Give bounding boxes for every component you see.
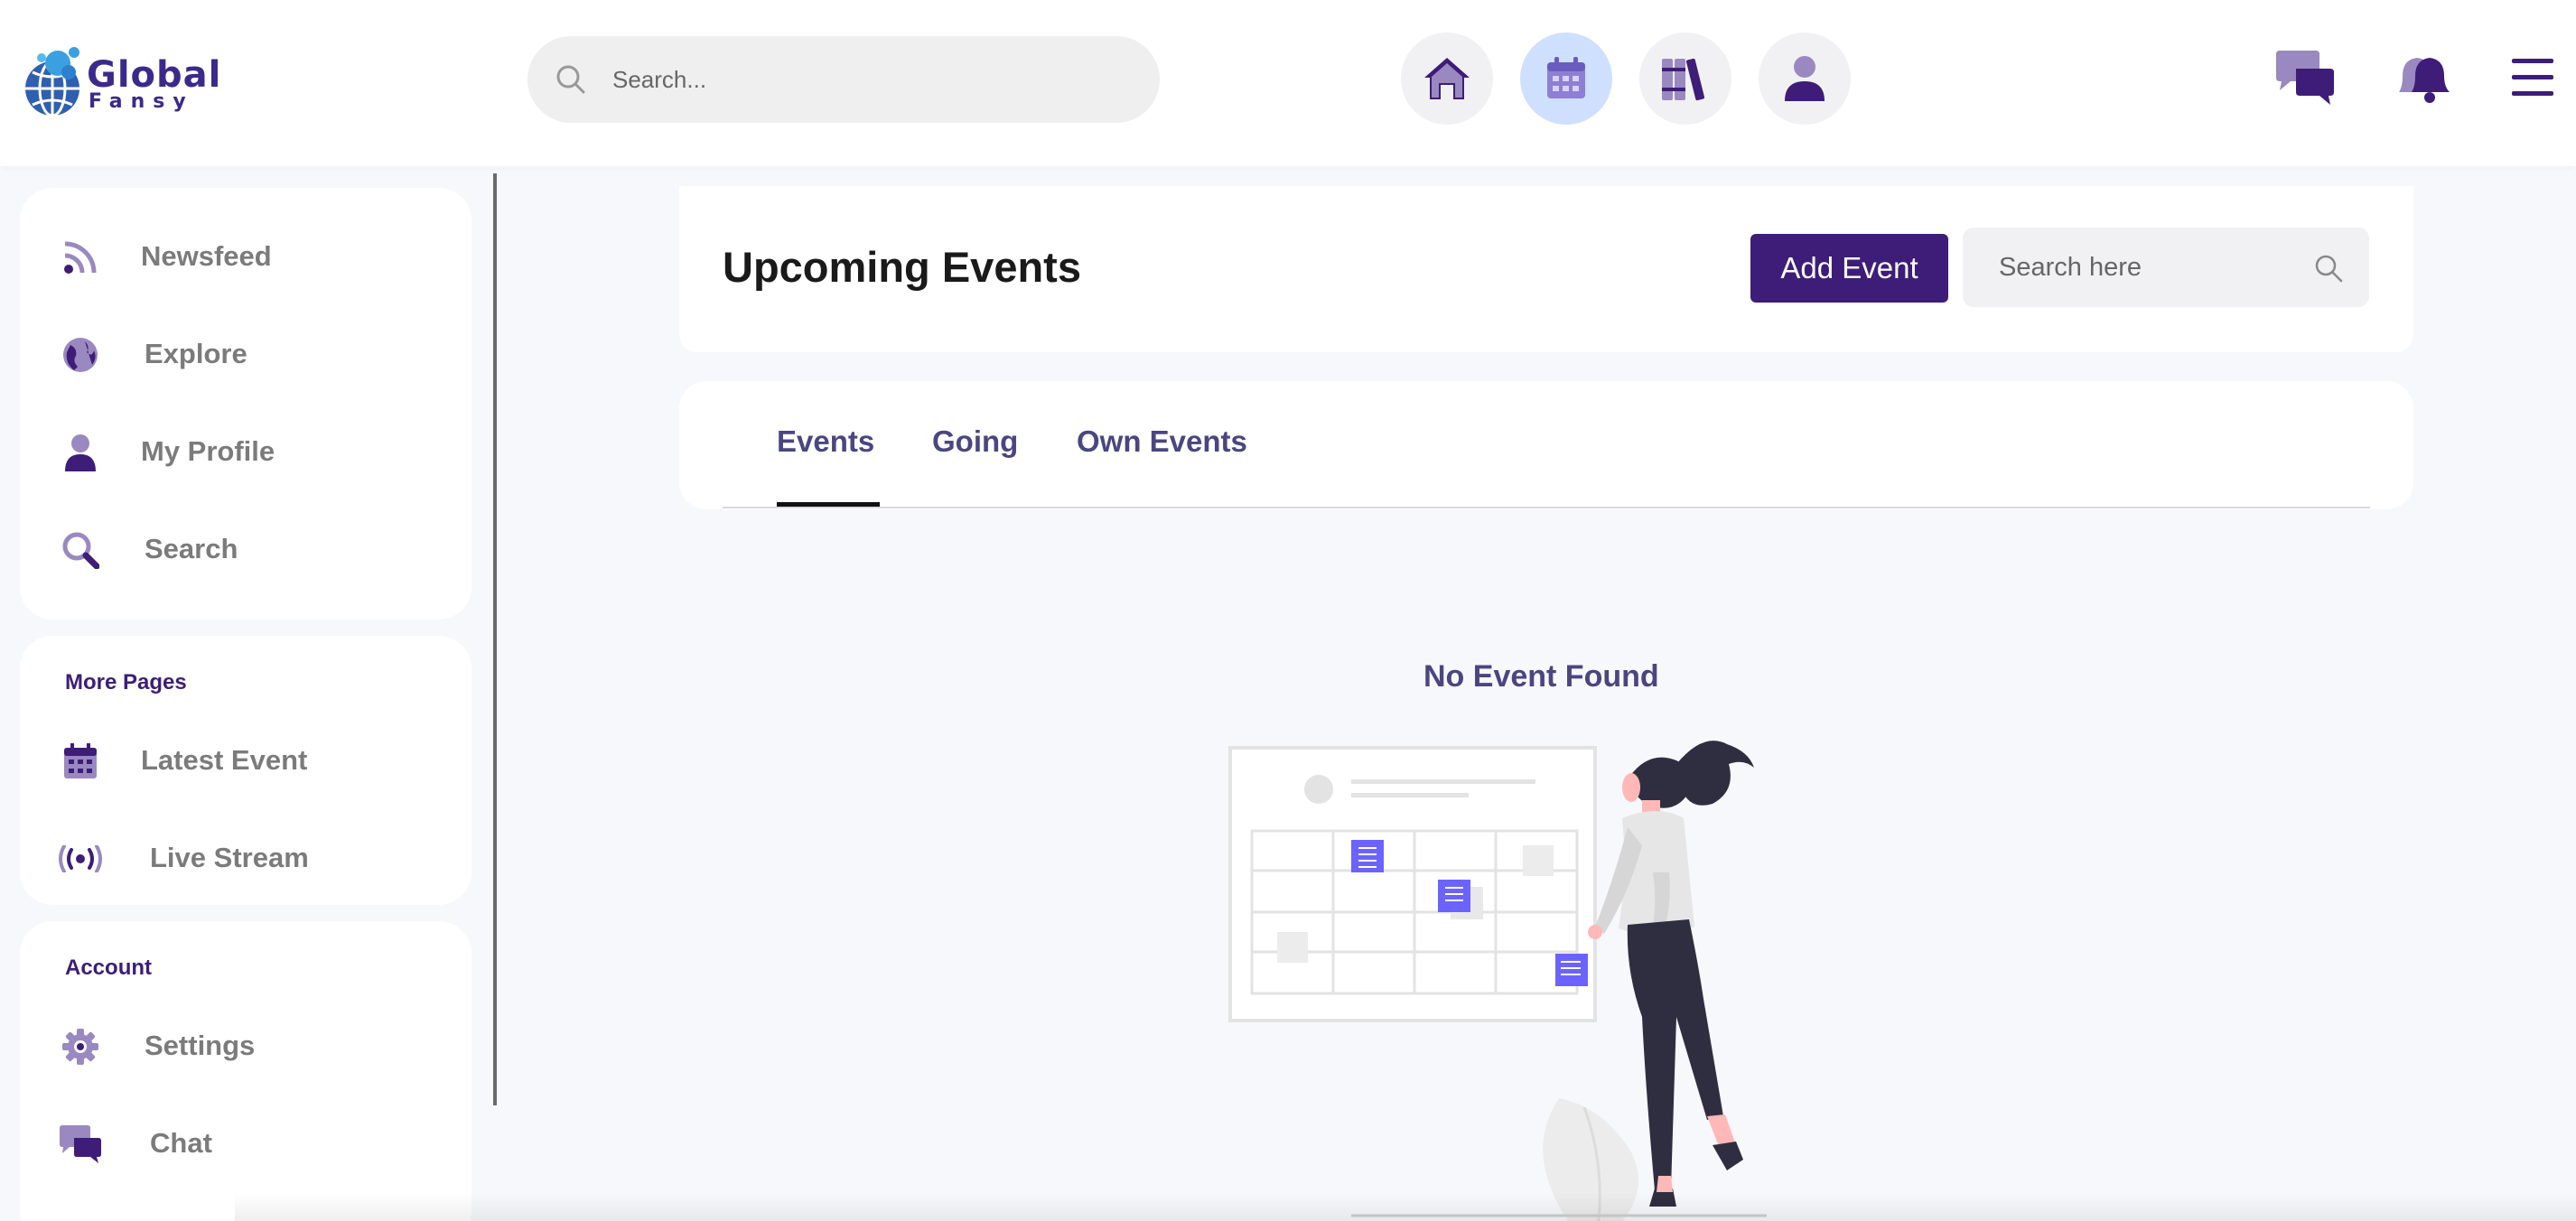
notifications-button[interactable] bbox=[2388, 43, 2457, 112]
empty-calendar-illustration bbox=[1228, 741, 1767, 1221]
search-icon bbox=[555, 63, 587, 100]
sidebar-item-label: Search bbox=[145, 533, 238, 564]
more-pages-title: More Pages bbox=[65, 670, 187, 694]
globe-icon bbox=[58, 332, 103, 377]
sidebar-item-label: Explore bbox=[145, 338, 247, 369]
sidebar-item-latest-event[interactable]: Latest Event bbox=[20, 712, 471, 809]
active-tab-indicator bbox=[777, 502, 880, 507]
search-icon[interactable] bbox=[2313, 253, 2344, 288]
events-search bbox=[1963, 228, 2369, 307]
sidebar-item-my-profile[interactable]: My Profile bbox=[20, 403, 471, 500]
menu-icon bbox=[2512, 59, 2553, 96]
broadcast-icon bbox=[58, 836, 103, 881]
sidebar-item-label: Settings bbox=[145, 1030, 256, 1061]
sidebar-item-label: Newsfeed bbox=[141, 240, 272, 272]
nav-home-button[interactable] bbox=[1401, 33, 1493, 125]
header-search-input[interactable] bbox=[612, 36, 1118, 123]
home-icon bbox=[1424, 58, 1470, 99]
sidebar-item-newsfeed[interactable]: Newsfeed bbox=[20, 208, 471, 305]
empty-state-message: No Event Found bbox=[1423, 659, 1659, 694]
chat-icon bbox=[2276, 51, 2334, 105]
nav-events-button[interactable] bbox=[1520, 33, 1612, 125]
user-icon bbox=[58, 430, 103, 475]
chat-button[interactable] bbox=[2271, 43, 2339, 112]
events-search-input[interactable] bbox=[1999, 228, 2306, 307]
header-search bbox=[527, 36, 1160, 123]
calendar-icon bbox=[1547, 57, 1585, 98]
page-title: Upcoming Events bbox=[723, 243, 1081, 291]
globe-logo-icon bbox=[25, 47, 79, 117]
logo-text-fansy: Fansy bbox=[89, 90, 194, 113]
gear-icon bbox=[58, 1024, 103, 1069]
add-event-button[interactable]: Add Event bbox=[1750, 234, 1948, 303]
nav-profile-button[interactable] bbox=[1759, 33, 1851, 125]
menu-button[interactable] bbox=[2498, 43, 2567, 112]
calendar-icon bbox=[58, 739, 103, 784]
sidebar-item-label: My Profile bbox=[141, 435, 275, 467]
top-header: Global Fansy bbox=[0, 0, 2576, 166]
user-icon bbox=[1785, 56, 1825, 101]
sidebar-item-label: Latest Event bbox=[141, 744, 308, 776]
chat-icon bbox=[58, 1122, 103, 1167]
sidebar-item-search[interactable]: Search bbox=[20, 500, 471, 598]
sidebar-item-live-stream[interactable]: Live Stream bbox=[20, 809, 471, 907]
tab-own-events[interactable]: Own Events bbox=[1077, 424, 1247, 459]
search-icon bbox=[58, 527, 103, 573]
sidebar-account-card: Account Settings Chat bbox=[20, 921, 471, 1221]
sidebar-more-pages-card: More Pages Latest Event Live Stream bbox=[20, 636, 471, 905]
sidebar-item-label: Live Stream bbox=[150, 842, 309, 873]
logo[interactable]: Global Fansy bbox=[22, 42, 220, 119]
bell-icon bbox=[2399, 58, 2450, 103]
tab-events[interactable]: Events bbox=[777, 424, 874, 459]
tabs-divider bbox=[723, 507, 2370, 508]
sidebar-main-card: Newsfeed Explore My Profile Search bbox=[20, 188, 471, 620]
sidebar-item-settings[interactable]: Settings bbox=[20, 997, 471, 1095]
sidebar-scrollbar[interactable] bbox=[493, 173, 497, 1105]
nav-library-button[interactable] bbox=[1639, 33, 1731, 125]
rss-icon bbox=[58, 235, 103, 280]
account-title: Account bbox=[65, 955, 152, 980]
sidebar-item-label: Chat bbox=[150, 1127, 212, 1159]
library-icon bbox=[1662, 58, 1704, 101]
sidebar-item-explore[interactable]: Explore bbox=[20, 305, 471, 403]
bottom-fade bbox=[235, 1192, 2576, 1221]
tab-going[interactable]: Going bbox=[932, 424, 1018, 459]
sidebar-item-chat[interactable]: Chat bbox=[20, 1095, 471, 1192]
